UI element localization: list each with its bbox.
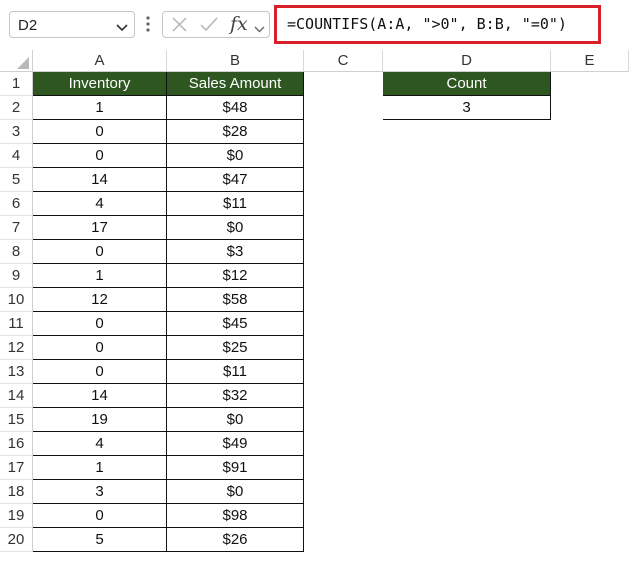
chevron-down-icon[interactable] (116, 20, 128, 37)
cell-inventory[interactable]: 1 (33, 264, 167, 288)
row-header[interactable]: 13 (0, 360, 33, 384)
cell-sales-amount[interactable]: $0 (167, 480, 304, 504)
row-header[interactable]: 10 (0, 288, 33, 312)
row-header[interactable]: 17 (0, 456, 33, 480)
select-all-corner[interactable] (0, 50, 33, 72)
cell-sales-amount[interactable]: $48 (167, 96, 304, 120)
column-header-d[interactable]: D (383, 50, 551, 72)
column-header-b[interactable]: B (167, 50, 304, 72)
formula-bar: D2 fx =COUNTIFS(A:A, ">0", B:B, "=0") (0, 0, 629, 50)
header-cell-count[interactable]: Count (383, 72, 551, 96)
cell-inventory[interactable]: 14 (33, 168, 167, 192)
cell-sales-amount[interactable]: $11 (167, 360, 304, 384)
row-header[interactable]: 11 (0, 312, 33, 336)
cell-sales-amount[interactable]: $3 (167, 240, 304, 264)
row-header[interactable]: 3 (0, 120, 33, 144)
cell-inventory[interactable]: 0 (33, 240, 167, 264)
row-header[interactable]: 20 (0, 528, 33, 552)
more-options-icon[interactable] (145, 14, 151, 39)
cell-sales-amount[interactable]: $58 (167, 288, 304, 312)
cell-inventory[interactable]: 0 (33, 336, 167, 360)
row-header[interactable]: 9 (0, 264, 33, 288)
column-header-c[interactable]: C (304, 50, 383, 72)
row-header[interactable]: 14 (0, 384, 33, 408)
cell-sales-amount[interactable]: $11 (167, 192, 304, 216)
cell-inventory[interactable]: 0 (33, 120, 167, 144)
row-header[interactable]: 19 (0, 504, 33, 528)
cell-sales-amount[interactable]: $49 (167, 432, 304, 456)
row-header[interactable]: 15 (0, 408, 33, 432)
cell-sales-amount[interactable]: $0 (167, 216, 304, 240)
cell-sales-amount[interactable]: $28 (167, 120, 304, 144)
cell-inventory[interactable]: 5 (33, 528, 167, 552)
cell-inventory[interactable]: 1 (33, 96, 167, 120)
cell-inventory[interactable]: 17 (33, 216, 167, 240)
row-header[interactable]: 16 (0, 432, 33, 456)
chevron-down-icon[interactable] (254, 21, 265, 39)
cell-inventory[interactable]: 0 (33, 312, 167, 336)
row-header[interactable]: 8 (0, 240, 33, 264)
cell-inventory[interactable]: 4 (33, 432, 167, 456)
cell-sales-amount[interactable]: $0 (167, 408, 304, 432)
cell-sales-amount[interactable]: $12 (167, 264, 304, 288)
cell-sales-amount[interactable]: $26 (167, 528, 304, 552)
cell-inventory[interactable]: 19 (33, 408, 167, 432)
cell-sales-amount[interactable]: $98 (167, 504, 304, 528)
cell-inventory[interactable]: 1 (33, 456, 167, 480)
column-header-a[interactable]: A (33, 50, 167, 72)
cell-sales-amount[interactable]: $91 (167, 456, 304, 480)
cell-inventory[interactable]: 0 (33, 360, 167, 384)
name-box-value: D2 (18, 17, 38, 34)
cell-inventory[interactable]: 0 (33, 144, 167, 168)
row-header[interactable]: 6 (0, 192, 33, 216)
cancel-icon[interactable] (171, 16, 188, 38)
row-header[interactable]: 1 (0, 72, 33, 96)
row-header[interactable]: 2 (0, 96, 33, 120)
cell-sales-amount[interactable]: $32 (167, 384, 304, 408)
cell-sales-amount[interactable]: $0 (167, 144, 304, 168)
cell-sales-amount[interactable]: $45 (167, 312, 304, 336)
header-cell-sales-amount[interactable]: Sales Amount (167, 72, 304, 96)
cell-inventory[interactable]: 3 (33, 480, 167, 504)
row-header[interactable]: 4 (0, 144, 33, 168)
cell-count-result[interactable]: 3 (383, 96, 551, 120)
cell-inventory[interactable]: 14 (33, 384, 167, 408)
formula-text: =COUNTIFS(A:A, ">0", B:B, "=0") (287, 15, 567, 33)
row-header[interactable]: 12 (0, 336, 33, 360)
column-header-e[interactable]: E (551, 50, 629, 72)
cell-inventory[interactable]: 12 (33, 288, 167, 312)
row-header[interactable]: 5 (0, 168, 33, 192)
cell-inventory[interactable]: 4 (33, 192, 167, 216)
row-header[interactable]: 18 (0, 480, 33, 504)
cell-inventory[interactable]: 0 (33, 504, 167, 528)
cell-sales-amount[interactable]: $25 (167, 336, 304, 360)
check-icon[interactable] (199, 16, 219, 38)
spreadsheet-grid: A B C D E 1 2 3 4 5 6 7 8 9 10 11 12 13 14 15 16 17 18 19 2… (0, 50, 629, 568)
insert-function-icon[interactable]: fx (230, 13, 248, 35)
cell-sales-amount[interactable]: $47 (167, 168, 304, 192)
name-box[interactable]: D2 (9, 11, 135, 38)
formula-input[interactable]: =COUNTIFS(A:A, ">0", B:B, "=0") (274, 5, 601, 44)
row-header[interactable]: 7 (0, 216, 33, 240)
header-cell-inventory[interactable]: Inventory (33, 72, 167, 96)
formula-actions: fx (162, 11, 270, 38)
